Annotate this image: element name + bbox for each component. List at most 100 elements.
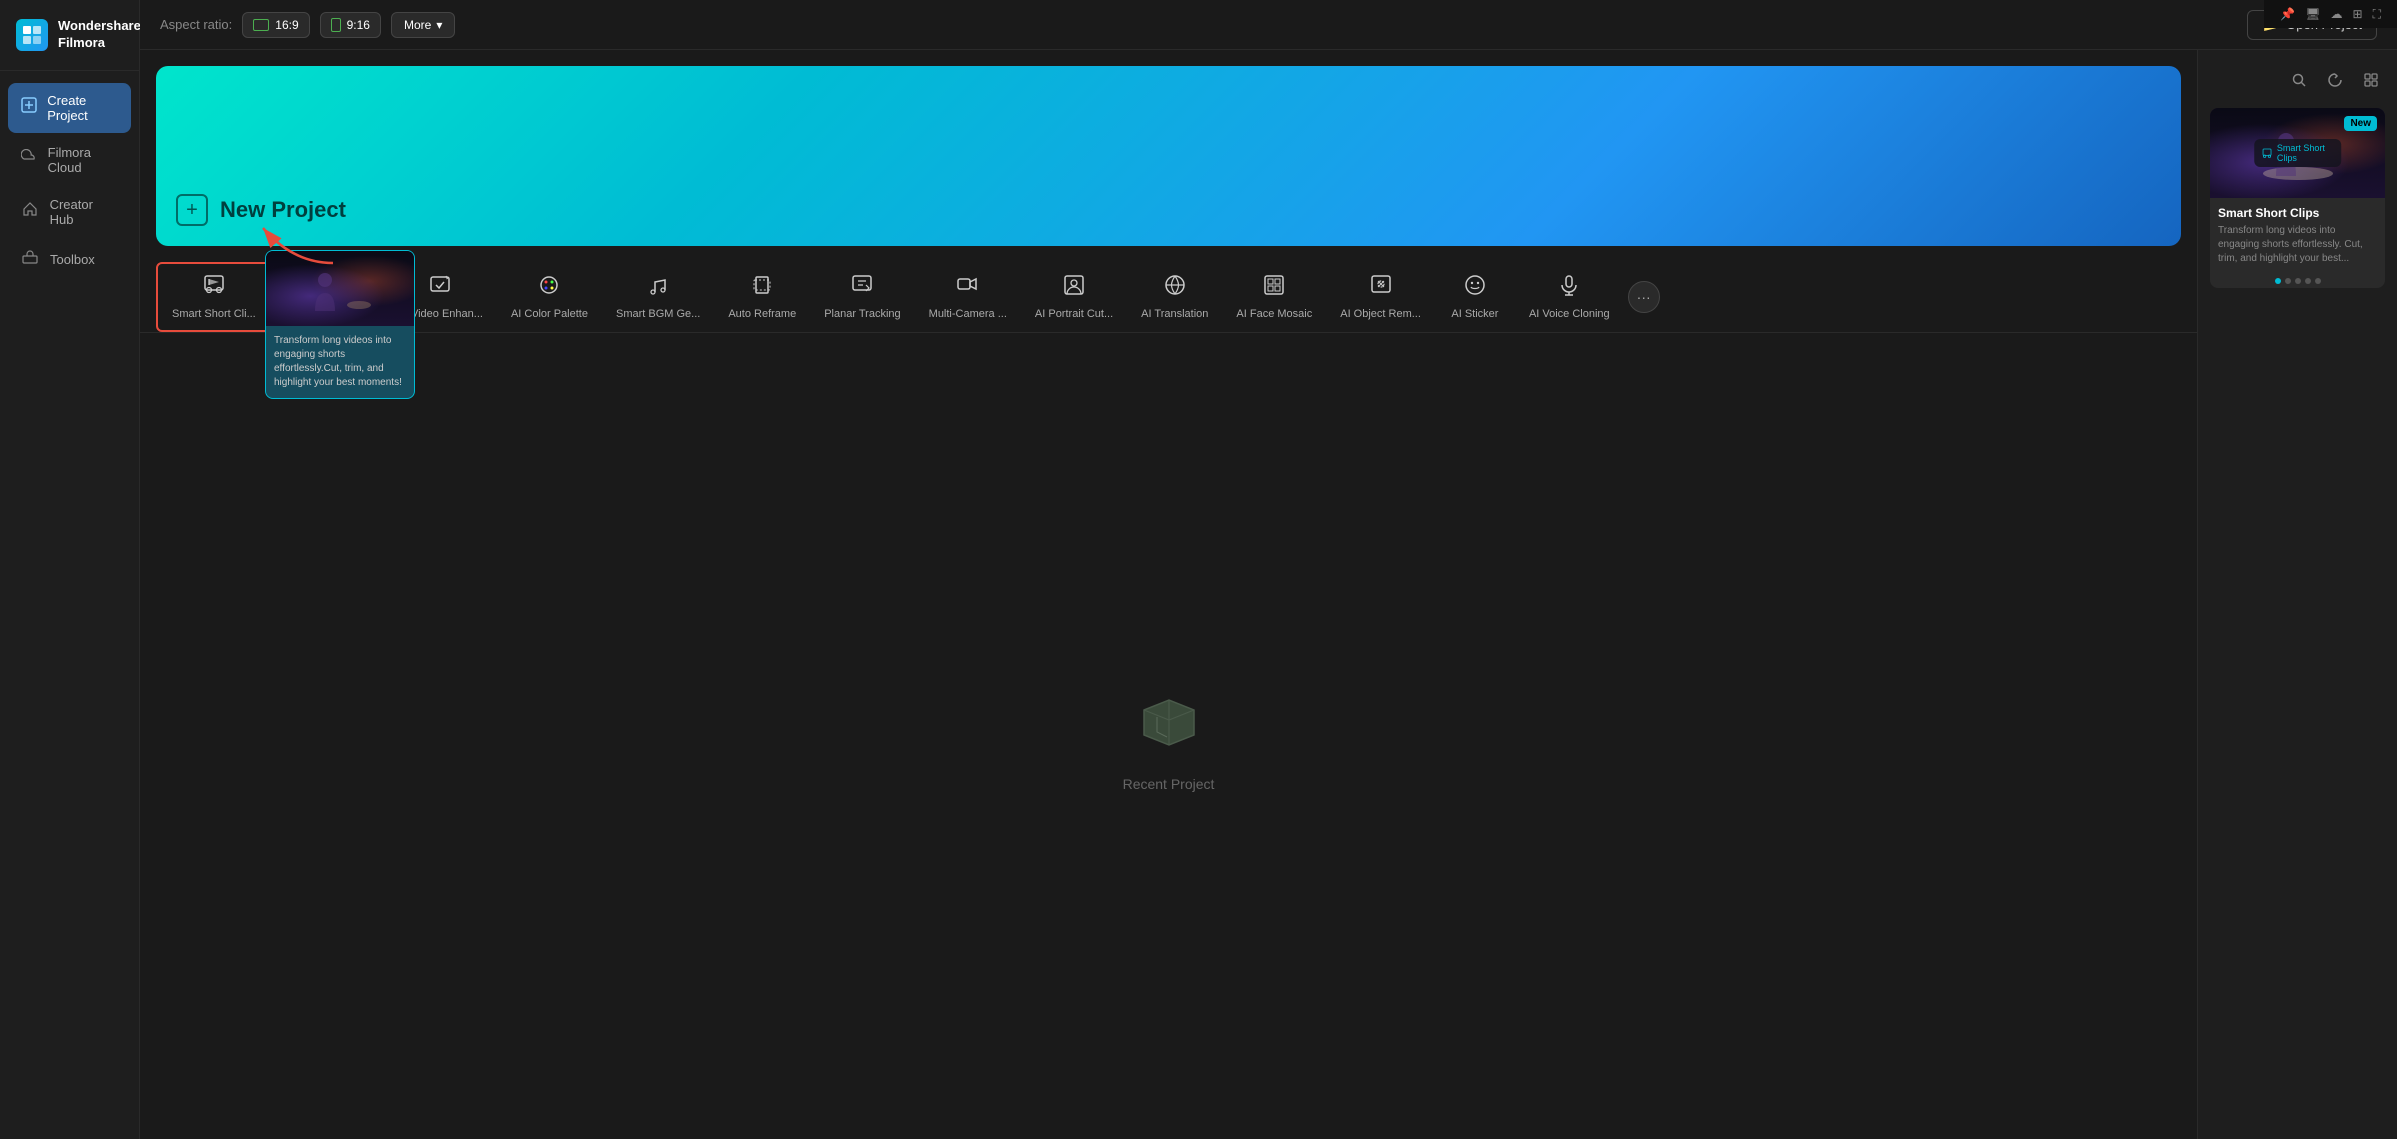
- feature-label: AI Color Palette: [511, 308, 588, 320]
- dot-4: [2305, 278, 2311, 284]
- feature-multi-camera[interactable]: Multi-Camera ...: [915, 264, 1021, 330]
- ai-face-mosaic-icon: [1263, 274, 1285, 302]
- chevron-down-icon: ▾: [436, 18, 442, 32]
- search-btn[interactable]: [2285, 66, 2313, 94]
- feature-label: Auto Reframe: [728, 308, 796, 320]
- feature-label: AI Sticker: [1451, 308, 1498, 320]
- sidebar: Wondershare Filmora Create Project Filmo…: [0, 0, 140, 1139]
- pointer-arrow: [253, 218, 343, 268]
- refresh-btn[interactable]: [2321, 66, 2349, 94]
- new-badge: New: [2344, 116, 2377, 131]
- dot-3: [2295, 278, 2301, 284]
- main-content: Aspect ratio: 16:9 9:16 More ▾ 📁 Open Pr…: [140, 0, 2397, 1139]
- screen-icon: 🖥: [2305, 7, 2320, 21]
- logo-icon: [16, 19, 48, 51]
- card-thumbnail: New Smart Short Clips: [2210, 108, 2385, 198]
- create-project-icon: [20, 97, 37, 118]
- right-panel: New Smart Short Clips Smart Short Clips …: [2197, 50, 2397, 1139]
- card-dots: [2210, 274, 2385, 288]
- feature-ai-translation[interactable]: AI Translation: [1127, 264, 1222, 330]
- card-desc: Transform long videos into engaging shor…: [2218, 224, 2377, 266]
- logo-text: Wondershare Filmora: [58, 18, 141, 52]
- dot-1: [2275, 278, 2281, 284]
- sidebar-item-creator-hub[interactable]: Creator Hub: [8, 187, 131, 237]
- tooltip-text: Transform long videos into engaging shor…: [274, 334, 406, 390]
- aspect-16-9-btn[interactable]: 16:9: [242, 12, 309, 38]
- system-tray: 📌 🖥 ☁ ⊞ ⛶: [2264, 0, 2397, 28]
- creator-hub-icon: [20, 201, 40, 222]
- feature-label: Multi-Camera ...: [929, 308, 1007, 320]
- app-logo: Wondershare Filmora: [0, 0, 139, 71]
- feature-label: AI Face Mosaic: [1236, 308, 1312, 320]
- smart-short-clips-icon: [203, 274, 225, 302]
- aspect-ratio-section: Aspect ratio: 16:9 9:16 More ▾: [160, 12, 455, 38]
- feature-ai-portrait-cut[interactable]: AI Portrait Cut...: [1021, 264, 1127, 330]
- maximize-icon: ⛶: [2373, 7, 2381, 22]
- ai-object-remove-icon: [1370, 274, 1392, 302]
- smart-clips-overlay: Smart Short Clips: [2254, 139, 2342, 167]
- feature-ai-face-mosaic[interactable]: AI Face Mosaic: [1222, 264, 1326, 330]
- sidebar-item-create-project[interactable]: Create Project: [8, 83, 131, 133]
- ai-portrait-cut-icon: [1063, 274, 1085, 302]
- tooltip-popup: Transform long videos into engaging shor…: [265, 250, 415, 399]
- feature-ai-color-palette[interactable]: AI Color Palette: [497, 264, 602, 330]
- content-area: + New Project Sm: [140, 50, 2397, 1139]
- dot-2: [2285, 278, 2291, 284]
- toolbox-icon: [20, 249, 40, 270]
- ai-sticker-icon: [1464, 274, 1486, 302]
- ratio-landscape-icon: [253, 19, 269, 31]
- dot-5: [2315, 278, 2321, 284]
- sidebar-item-label: Toolbox: [50, 252, 95, 267]
- topbar: Aspect ratio: 16:9 9:16 More ▾ 📁 Open Pr…: [140, 0, 2397, 50]
- card-info: Smart Short Clips Transform long videos …: [2210, 198, 2385, 274]
- pin-icon: 📌: [2280, 7, 2295, 21]
- feature-label: Smart BGM Ge...: [616, 308, 700, 320]
- ai-video-enhance-icon: [429, 274, 451, 302]
- feature-label: AI Voice Cloning: [1529, 308, 1610, 320]
- more-features-btn[interactable]: ···: [1628, 281, 1660, 313]
- feature-smart-bgm[interactable]: Smart BGM Ge...: [602, 264, 714, 330]
- planar-tracking-icon: [851, 274, 873, 302]
- smart-bgm-icon: [647, 274, 669, 302]
- ai-color-palette-icon: [538, 274, 560, 302]
- ai-translation-icon: [1164, 274, 1186, 302]
- feature-planar-tracking[interactable]: Planar Tracking: [810, 264, 914, 330]
- right-panel-actions: [2210, 62, 2385, 98]
- multi-camera-icon: [957, 274, 979, 302]
- ai-voice-cloning-icon: [1558, 274, 1580, 302]
- feature-label: Planar Tracking: [824, 308, 900, 320]
- feature-label: AI Translation: [1141, 308, 1208, 320]
- auto-reframe-icon: [751, 274, 773, 302]
- feature-label: AI Portrait Cut...: [1035, 308, 1113, 320]
- feature-label: Smart Short Cli...: [172, 308, 256, 320]
- tooltip-body: Transform long videos into engaging shor…: [266, 326, 414, 398]
- sidebar-item-filmora-cloud[interactable]: Filmora Cloud: [8, 135, 131, 185]
- cloud-icon: ☁: [2331, 7, 2343, 21]
- more-aspect-btn[interactable]: More ▾: [391, 12, 455, 38]
- feature-smart-short-clips[interactable]: Smart Short Cli...: [156, 262, 272, 332]
- new-project-banner[interactable]: + New Project: [156, 66, 2181, 246]
- aspect-ratio-label: Aspect ratio:: [160, 17, 232, 32]
- grid-icon: ⊞: [2353, 7, 2363, 21]
- featured-card[interactable]: New Smart Short Clips Smart Short Clips …: [2210, 108, 2385, 288]
- sidebar-item-label: Filmora Cloud: [48, 145, 119, 175]
- feature-label: AI Object Rem...: [1340, 308, 1421, 320]
- sidebar-item-label: Creator Hub: [50, 197, 119, 227]
- projects-section: Recent Project: [140, 333, 2197, 1139]
- plus-icon: +: [176, 194, 208, 226]
- sidebar-item-label: Create Project: [47, 93, 119, 123]
- card-title: Smart Short Clips: [2218, 206, 2377, 220]
- recent-project-label: Recent Project: [1123, 776, 1215, 792]
- feature-ai-sticker[interactable]: AI Sticker: [1435, 264, 1515, 330]
- feature-auto-reframe[interactable]: Auto Reframe: [714, 264, 810, 330]
- filmora-cloud-icon: [20, 149, 38, 170]
- aspect-9-16-btn[interactable]: 9:16: [320, 12, 381, 38]
- grid-view-btn[interactable]: [2357, 66, 2385, 94]
- ratio-portrait-icon: [331, 18, 341, 32]
- sidebar-nav: Create Project Filmora Cloud Creator Hub: [0, 83, 139, 280]
- feature-ai-voice-cloning[interactable]: AI Voice Cloning: [1515, 264, 1624, 330]
- feature-ai-object-remove[interactable]: AI Object Rem...: [1326, 264, 1435, 330]
- center-panel: + New Project Sm: [140, 50, 2197, 1139]
- empty-state-icon: [1129, 680, 1209, 760]
- sidebar-item-toolbox[interactable]: Toolbox: [8, 239, 131, 280]
